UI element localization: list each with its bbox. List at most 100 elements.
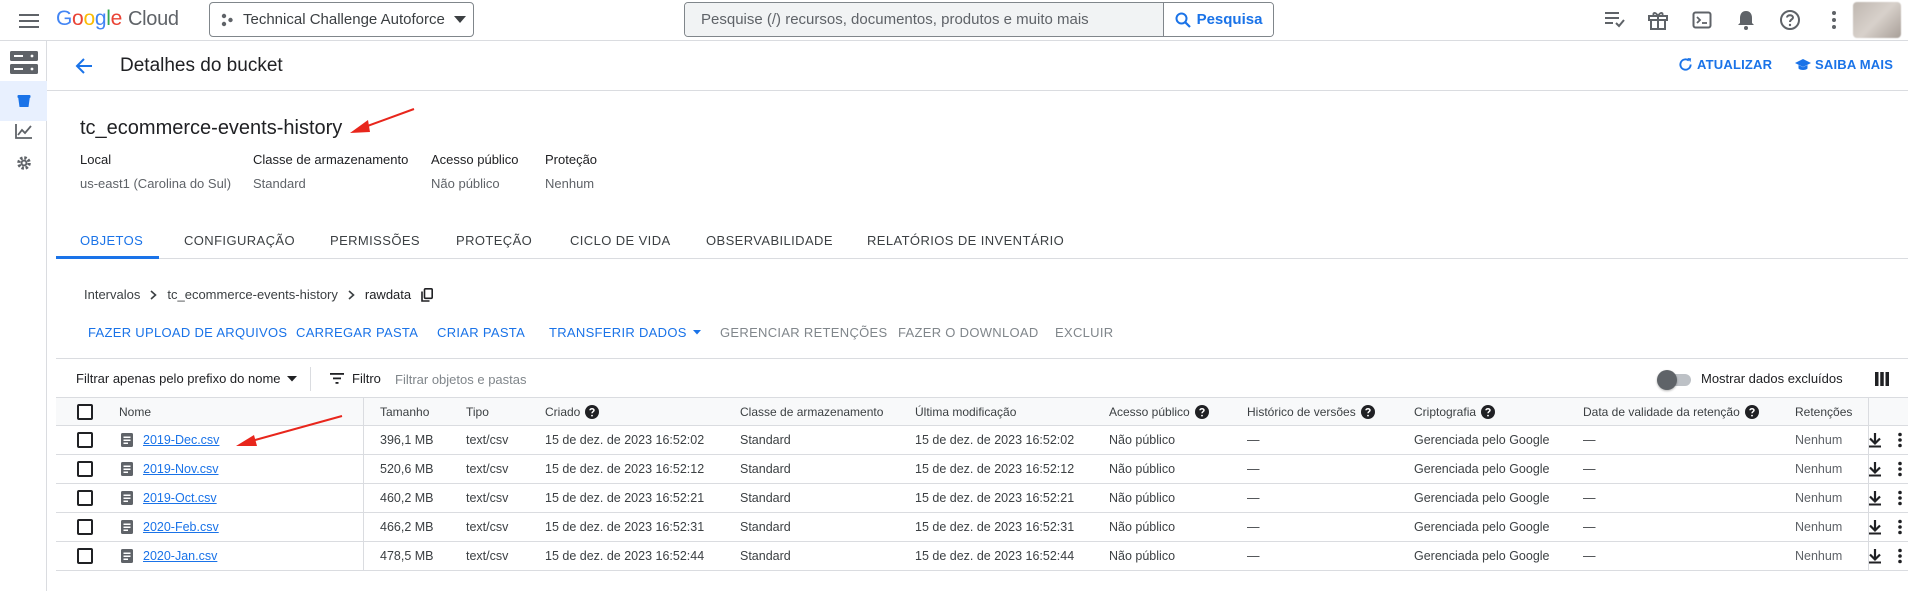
annotation-arrow-file: [236, 415, 343, 446]
col-label: Data de validade da retenção: [1583, 405, 1740, 419]
more-vert-icon[interactable]: [1897, 519, 1903, 535]
filter-button[interactable]: Filtro: [330, 371, 381, 386]
filter-objects-input[interactable]: [395, 367, 995, 391]
object-name-link[interactable]: 2019-Dec.csv: [143, 433, 219, 447]
tab-objects[interactable]: OBJETOS: [80, 225, 143, 259]
tab-lifecycle[interactable]: CICLO DE VIDA: [570, 225, 671, 259]
help-icon[interactable]: [1360, 405, 1375, 419]
col-storage-class[interactable]: Classe de armazenamento: [740, 405, 883, 419]
help-icon[interactable]: [585, 405, 600, 419]
row-checkbox[interactable]: [77, 432, 93, 448]
more-vert-icon[interactable]: [1897, 490, 1903, 506]
breadcrumb-buckets[interactable]: Intervalos: [84, 287, 140, 302]
more-vert-icon[interactable]: [1897, 461, 1903, 477]
row-checkbox[interactable]: [77, 490, 93, 506]
more-vert-icon[interactable]: [1897, 432, 1903, 448]
avatar[interactable]: [1853, 2, 1901, 38]
delete-button[interactable]: EXCLUIR: [1055, 325, 1113, 340]
help-icon[interactable]: [1194, 405, 1209, 419]
tab-bar: OBJETOS CONFIGURAÇÃO PERMISSÕES PROTEÇÃO…: [56, 225, 1908, 259]
rail-settings[interactable]: [0, 143, 47, 183]
object-name-link[interactable]: 2019-Oct.csv: [143, 491, 217, 505]
breadcrumb-bucket[interactable]: tc_ecommerce-events-history: [167, 287, 338, 302]
top-bar: Google Cloud Technical Challenge Autofor…: [0, 0, 1908, 41]
download-icon[interactable]: [1867, 461, 1883, 477]
back-button[interactable]: [71, 53, 97, 79]
col-name[interactable]: Nome: [119, 405, 151, 419]
search-input[interactable]: [685, 3, 1163, 36]
search-button[interactable]: Pesquisa: [1163, 3, 1273, 36]
help-button[interactable]: [1774, 4, 1806, 36]
object-public-access: Não público: [1109, 549, 1176, 563]
prefix-filter-select[interactable]: Filtrar apenas pelo prefixo do nome: [76, 371, 297, 386]
col-retention-date[interactable]: Data de validade da retenção: [1583, 405, 1759, 419]
create-folder-button[interactable]: CRIAR PASTA: [437, 325, 525, 340]
object-encryption: Gerenciada pelo Google: [1414, 462, 1550, 476]
download-icon[interactable]: [1867, 432, 1883, 448]
show-deleted-toggle[interactable]: [1657, 369, 1693, 390]
column-display-button[interactable]: [1870, 368, 1894, 390]
tab-permissions[interactable]: PERMISSÕES: [330, 225, 420, 259]
rail-storage-product[interactable]: [0, 43, 47, 83]
meta-protection: Proteção Nenhum: [545, 152, 597, 191]
gift-button[interactable]: [1642, 4, 1674, 36]
col-size[interactable]: Tamanho: [380, 405, 429, 419]
col-holds[interactable]: Retenções: [1795, 405, 1852, 419]
gift-icon: [1647, 9, 1669, 31]
column-divider: [363, 455, 364, 484]
copy-icon[interactable]: [421, 287, 434, 302]
col-label: Nome: [119, 405, 152, 419]
help-icon[interactable]: [1481, 405, 1496, 419]
tab-configuration[interactable]: CONFIGURAÇÃO: [184, 225, 295, 259]
col-version-history[interactable]: Histórico de versões: [1247, 405, 1375, 419]
school-icon: [1795, 58, 1811, 72]
col-encryption[interactable]: Criptografia: [1414, 405, 1496, 419]
toggle-thumb: [1657, 370, 1677, 390]
object-name-link[interactable]: 2019-Nov.csv: [143, 462, 219, 476]
active-tab-indicator: [56, 256, 159, 259]
table-row[interactable]: 2019-Oct.csv 460,2 MB text/csv 15 de dez…: [56, 484, 1908, 513]
manage-holds-button[interactable]: GERENCIAR RETENÇÕES: [720, 325, 888, 340]
col-type[interactable]: Tipo: [466, 405, 489, 419]
more-vert-icon: [1831, 10, 1837, 30]
tab-inventory-reports[interactable]: RELATÓRIOS DE INVENTÁRIO: [867, 225, 1064, 259]
download-icon[interactable]: [1867, 519, 1883, 535]
learn-more-button[interactable]: SAIBA MAIS: [1795, 57, 1893, 72]
object-retention-date: —: [1583, 520, 1596, 534]
tab-protection[interactable]: PROTEÇÃO: [456, 225, 532, 259]
main-menu-button[interactable]: [14, 6, 44, 36]
download-button[interactable]: FAZER O DOWNLOAD: [898, 325, 1039, 340]
row-checkbox[interactable]: [77, 519, 93, 535]
col-public-access[interactable]: Acesso público: [1109, 405, 1209, 419]
project-picker[interactable]: Technical Challenge Autoforce: [209, 2, 474, 37]
cloud-wordmark: Cloud: [127, 8, 179, 30]
download-icon[interactable]: [1867, 548, 1883, 564]
cloud-shell-button[interactable]: [1686, 4, 1718, 36]
row-checkbox[interactable]: [77, 548, 93, 564]
table-row[interactable]: 2020-Feb.csv 466,2 MB text/csv 15 de dez…: [56, 513, 1908, 542]
transfer-data-button[interactable]: TRANSFERIR DADOS: [549, 325, 701, 340]
col-created[interactable]: Criado: [545, 405, 600, 419]
bucket-icon: [16, 93, 32, 109]
release-notes-button[interactable]: [1598, 4, 1630, 36]
object-name-link[interactable]: 2020-Jan.csv: [143, 549, 217, 563]
select-all-checkbox[interactable]: [77, 404, 93, 420]
table-row[interactable]: 2019-Nov.csv 520,6 MB text/csv 15 de dez…: [56, 455, 1908, 484]
upload-files-button[interactable]: FAZER UPLOAD DE ARQUIVOS: [88, 325, 287, 340]
object-holds: Nenhum: [1795, 549, 1843, 563]
help-icon[interactable]: [1744, 405, 1759, 419]
more-vert-icon[interactable]: [1897, 548, 1903, 564]
col-modified[interactable]: Última modificação: [915, 405, 1016, 419]
object-name-link[interactable]: 2020-Feb.csv: [143, 520, 219, 534]
upload-folder-button[interactable]: CARREGAR PASTA: [296, 325, 418, 340]
project-dots-icon: [220, 13, 234, 27]
more-options-button[interactable]: [1818, 4, 1850, 36]
notifications-button[interactable]: [1730, 4, 1762, 36]
tab-observability[interactable]: OBSERVABILIDADE: [706, 225, 833, 259]
row-checkbox[interactable]: [77, 461, 93, 477]
google-cloud-logo[interactable]: Google Cloud: [56, 7, 179, 31]
download-icon[interactable]: [1867, 490, 1883, 506]
table-row[interactable]: 2020-Jan.csv 478,5 MB text/csv 15 de dez…: [56, 542, 1908, 571]
object-created: 15 de dez. de 2023 16:52:02: [545, 433, 705, 447]
refresh-button[interactable]: ATUALIZAR: [1678, 57, 1772, 72]
